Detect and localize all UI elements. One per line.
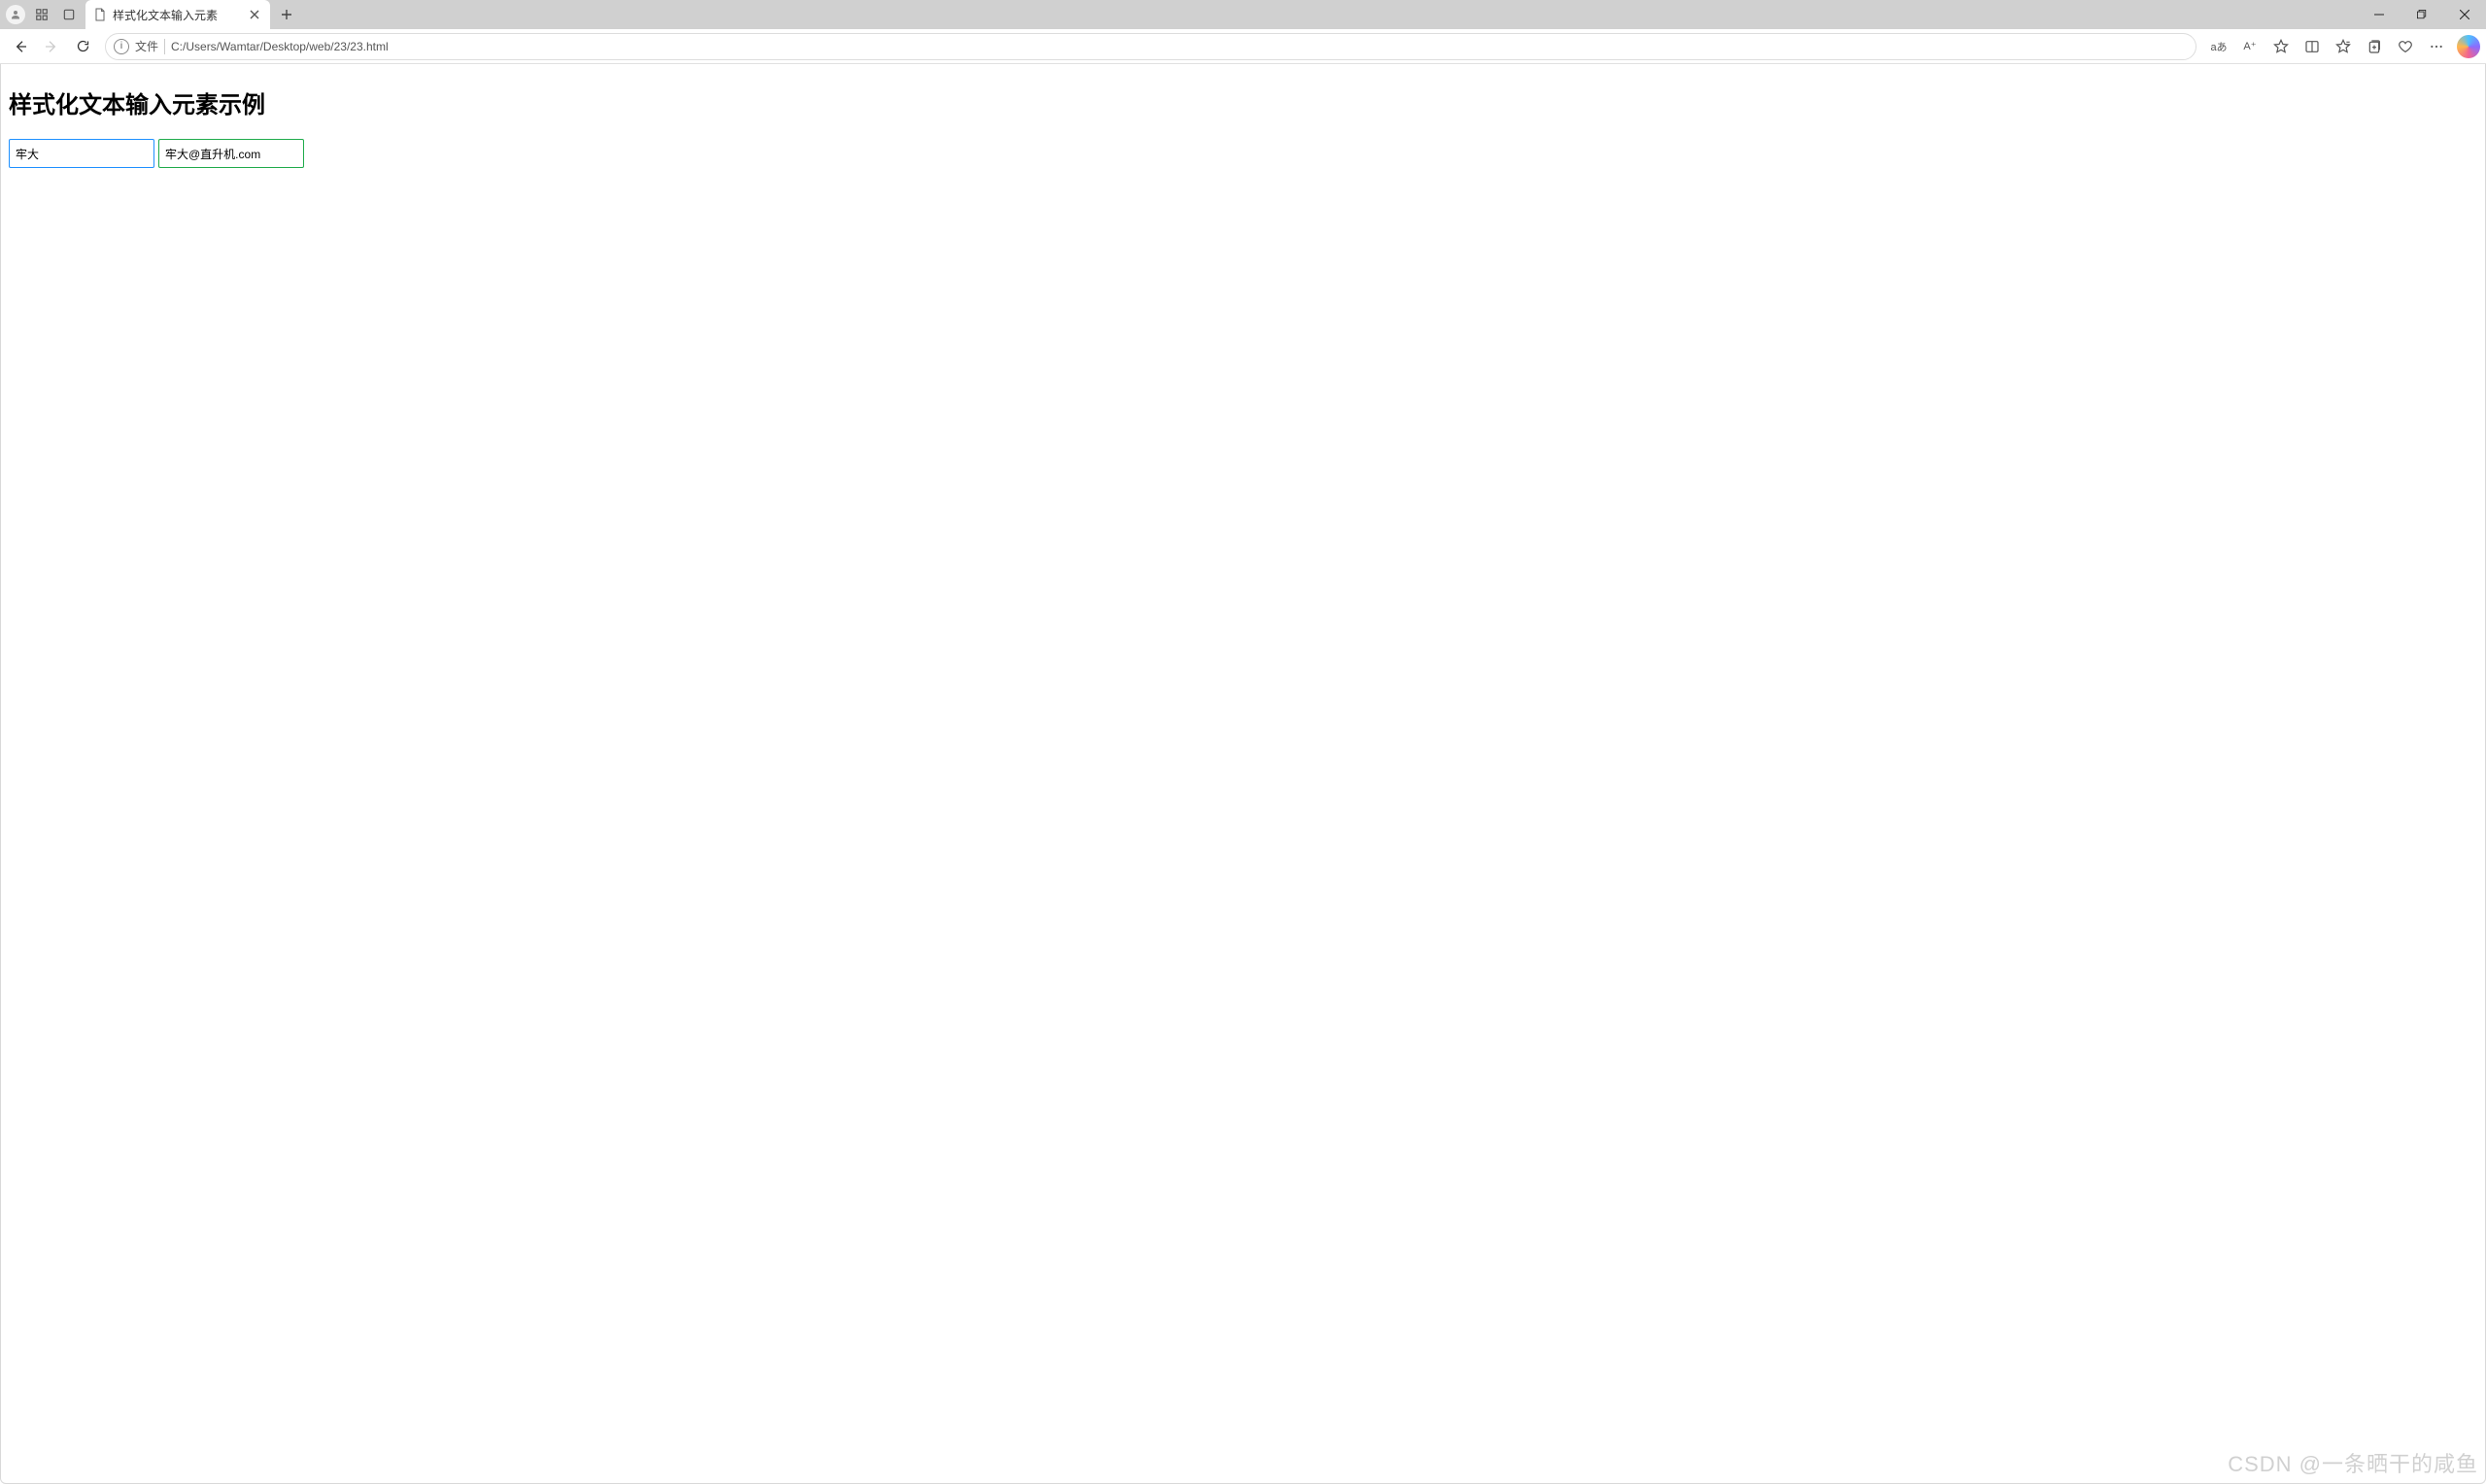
- arrow-left-icon: [13, 39, 28, 54]
- scheme-label: 文件: [135, 38, 158, 54]
- inputs-row: [9, 139, 2477, 168]
- close-icon: [2460, 10, 2469, 19]
- profile-button[interactable]: [6, 5, 25, 24]
- copilot-button[interactable]: [2457, 35, 2480, 58]
- email-input[interactable]: [158, 139, 304, 168]
- tab-close-button[interactable]: [247, 7, 262, 22]
- collections-icon: [2367, 39, 2382, 54]
- close-window-button[interactable]: [2443, 0, 2486, 29]
- browser-tab[interactable]: 样式化文本输入元素: [85, 0, 270, 29]
- more-icon: [2429, 39, 2444, 54]
- titlebar-left: [6, 4, 80, 25]
- toolbar: i 文件 aあ A⁺: [0, 29, 2486, 64]
- url-input[interactable]: [171, 40, 2188, 53]
- workspaces-icon: [35, 8, 49, 21]
- workspaces-button[interactable]: [31, 4, 52, 25]
- page-icon: [93, 8, 107, 21]
- refresh-button[interactable]: [68, 32, 97, 61]
- tab-title: 样式化文本输入元素: [113, 7, 218, 23]
- browser-essentials-button[interactable]: [2391, 32, 2420, 61]
- address-separator: [164, 39, 165, 54]
- minimize-icon: [2374, 10, 2384, 19]
- address-bar[interactable]: i 文件: [105, 33, 2197, 60]
- titlebar: 样式化文本输入元素: [0, 0, 2486, 29]
- maximize-icon: [2417, 10, 2427, 19]
- tab-actions-button[interactable]: [58, 4, 80, 25]
- close-icon: [250, 10, 259, 19]
- tab-actions-icon: [62, 8, 76, 21]
- favorites-list-button[interactable]: [2329, 32, 2358, 61]
- star-list-icon: [2335, 39, 2351, 54]
- collections-button[interactable]: [2360, 32, 2389, 61]
- favorite-button[interactable]: [2266, 32, 2296, 61]
- toolbar-right: aあ A⁺: [2204, 32, 2480, 61]
- back-button[interactable]: [6, 32, 35, 61]
- plus-icon: [281, 9, 292, 20]
- window-controls: [2358, 0, 2486, 29]
- site-info-icon[interactable]: i: [114, 39, 129, 54]
- page-heading: 样式化文本输入元素示例: [9, 85, 2477, 119]
- more-button[interactable]: [2422, 32, 2451, 61]
- maximize-button[interactable]: [2401, 0, 2443, 29]
- forward-button[interactable]: [37, 32, 66, 61]
- refresh-icon: [76, 39, 90, 53]
- translate-button[interactable]: aあ: [2204, 32, 2233, 61]
- read-aloud-button[interactable]: A⁺: [2235, 32, 2265, 61]
- text-input[interactable]: [9, 139, 154, 168]
- new-tab-button[interactable]: [274, 2, 299, 27]
- person-icon: [10, 9, 21, 20]
- heart-pulse-icon: [2398, 39, 2413, 54]
- viewport: 样式化文本输入元素示例: [0, 64, 2486, 1484]
- minimize-button[interactable]: [2358, 0, 2401, 29]
- star-icon: [2273, 39, 2289, 54]
- split-screen-button[interactable]: [2298, 32, 2327, 61]
- arrow-right-icon: [44, 39, 59, 54]
- page-content: 样式化文本输入元素示例: [1, 64, 2485, 176]
- split-icon: [2304, 39, 2320, 54]
